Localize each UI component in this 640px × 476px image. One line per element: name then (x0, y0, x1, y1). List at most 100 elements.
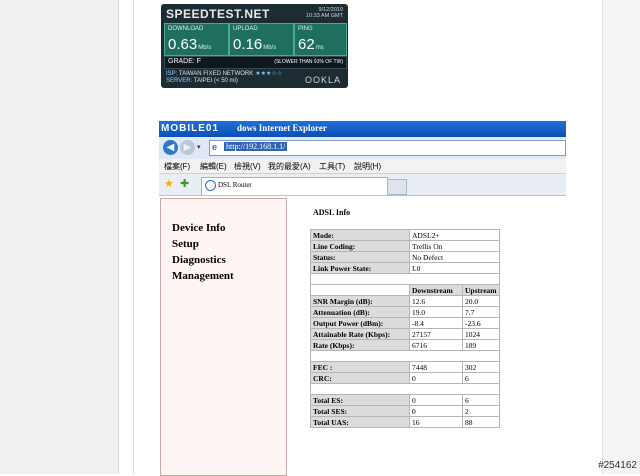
menu-tools[interactable]: 工具(T) (319, 161, 345, 172)
blank-cell (310, 284, 410, 296)
upstream-value: 6 (462, 394, 500, 406)
nav-setup[interactable]: Setup (172, 238, 199, 250)
rating-stars-icon: ★★★☆☆ (255, 71, 283, 77)
row-value: Trellis On (409, 240, 500, 252)
table-row: Attenuation (dB): 19.0 7.7 (310, 306, 500, 318)
download-reading: 0.63Mb/s (168, 36, 211, 53)
nav-management[interactable]: Management (172, 270, 234, 282)
isp-line: ISP: TAIWAN FIXED NETWORK ★★★☆☆ (166, 70, 282, 77)
row-value: No Defect (409, 251, 500, 263)
downstream-value: 12.6 (409, 295, 463, 307)
table-row: Rate (Kbps): 6716 189 (310, 339, 500, 351)
download-cell: DOWNLOAD 0.63Mb/s (164, 23, 229, 56)
watermark: #254162 (598, 460, 637, 471)
table-row: Total SES: 0 2 (310, 405, 500, 417)
slower-than: (SLOWER THAN 93% OF TW) (274, 59, 343, 65)
upstream-value: 189 (462, 339, 500, 351)
row-key: Attainable Rate (Kbps): (310, 328, 410, 340)
row-key: Output Power (dBm): (310, 317, 410, 329)
menu-favorites[interactable]: 我的最愛(A) (268, 161, 311, 172)
blank-cell (310, 350, 500, 362)
favorites-star-icon[interactable]: ★ (164, 177, 174, 190)
blank-row (310, 273, 500, 285)
grade-bar: GRADE: F (SLOWER THAN 93% OF TW) (164, 56, 347, 69)
downstream-value: 7448 (409, 361, 463, 373)
ping-unit: ms (315, 45, 324, 51)
downstream-value: 16 (409, 416, 463, 428)
history-dropdown-icon[interactable]: ▾ (197, 143, 201, 151)
adsl-info-table: Mode: ADSL2+ Line Coding: Trellis On Statu… (310, 229, 500, 428)
grade: GRADE: F (168, 58, 202, 65)
downstream-value: 0 (409, 405, 463, 417)
row-key: Mode: (310, 229, 410, 241)
table-row: Total ES: 0 6 (310, 394, 500, 406)
server-label: SERVER: (166, 78, 193, 84)
table-row: CRC: 0 6 (310, 372, 500, 384)
row-key: Total SES: (310, 405, 410, 417)
downstream-value: 0 (409, 394, 463, 406)
row-key: Line Coding: (310, 240, 410, 252)
new-tab-button[interactable] (387, 179, 407, 195)
download-label: DOWNLOAD (168, 26, 204, 32)
row-key: Status: (310, 251, 410, 263)
download-value: 0.63 (168, 36, 198, 53)
row-key: Link Power State: (310, 262, 410, 274)
table-row: SNR Margin (dB): 12.6 20.0 (310, 295, 500, 307)
upload-reading: 0.16Mb/s (233, 36, 276, 53)
menu-view[interactable]: 檢視(V) (234, 161, 261, 172)
upstream-value: 88 (462, 416, 500, 428)
downstream-value: 19.0 (409, 306, 463, 318)
upstream-value: 20.0 (462, 295, 500, 307)
ping-cell: PING 62ms (294, 23, 347, 56)
upstream-value: -23.6 (462, 317, 500, 329)
downstream-value: 0 (409, 372, 463, 384)
row-key: Total UAS: (310, 416, 410, 428)
blank-cell (310, 273, 500, 285)
mobile01-logo: MOBILE01 (161, 123, 220, 134)
row-key: FEC : (310, 361, 410, 373)
browser-window: MOBILE01 dows Internet Explorer ◀ ▶ ▾ e … (159, 121, 566, 476)
upload-cell: UPLOAD 0.16Mb/s (229, 23, 294, 56)
back-button[interactable]: ◀ (163, 140, 178, 155)
menu-file[interactable]: 檔案(F) (164, 161, 190, 172)
page-icon (205, 180, 216, 191)
download-unit: Mb/s (198, 45, 212, 51)
upstream-value: 7.7 (462, 306, 500, 318)
nav-diagnostics[interactable]: Diagnostics (172, 254, 226, 266)
upstream-value: 302 (462, 361, 500, 373)
ie-page-icon: e (212, 142, 218, 152)
forward-button[interactable]: ▶ (180, 140, 195, 155)
navigation-bar: ◀ ▶ ▾ e http://192.168.1.1/ (159, 137, 566, 159)
url-text: http://192.168.1.1/ (224, 142, 288, 151)
speedtest-logo: SPEEDTEST.NET (166, 7, 270, 21)
speedtest-datetime: 9/12/2010 10:33 AM GMT (306, 7, 343, 19)
window-title: dows Internet Explorer (237, 123, 327, 133)
table-row: Total UAS: 16 88 (310, 416, 500, 428)
downstream-header: Downstream (409, 284, 463, 296)
upload-label: UPLOAD (233, 26, 258, 32)
blank-row (310, 383, 500, 395)
menu-bar: 檔案(F) 編輯(E) 檢視(V) 我的最愛(A) 工具(T) 說明(H) (159, 159, 566, 174)
router-menu: Device Info Setup Diagnostics Management (160, 198, 287, 476)
speedtest-result: SPEEDTEST.NET 9/12/2010 10:33 AM GMT DOW… (161, 4, 348, 88)
table-row: Link Power State: L0 (310, 262, 500, 274)
add-favorite-icon[interactable]: ✚ (180, 177, 189, 190)
menu-help[interactable]: 說明(H) (354, 161, 381, 172)
tab-dsl-router[interactable]: DSL Router (201, 177, 388, 195)
upstream-value: 1024 (462, 328, 500, 340)
row-key: Attenuation (dB): (310, 306, 410, 318)
row-key: Total ES: (310, 394, 410, 406)
nav-device-info[interactable]: Device Info (172, 222, 225, 234)
left-panel (0, 0, 119, 474)
upload-value: 0.16 (233, 36, 263, 53)
ping-value: 62 (298, 36, 315, 53)
table-row: Mode: ADSL2+ (310, 229, 500, 241)
downstream-value: 6716 (409, 339, 463, 351)
page-title: ADSL Info (313, 208, 351, 217)
address-bar[interactable]: e http://192.168.1.1/ (209, 140, 566, 156)
ookla-logo: OOKLA (304, 75, 341, 85)
page-content: Device Info Setup Diagnostics Management… (159, 196, 566, 476)
tab-title: DSL Router (218, 181, 252, 189)
upstream-value: 2 (462, 405, 500, 417)
menu-edit[interactable]: 編輯(E) (200, 161, 227, 172)
